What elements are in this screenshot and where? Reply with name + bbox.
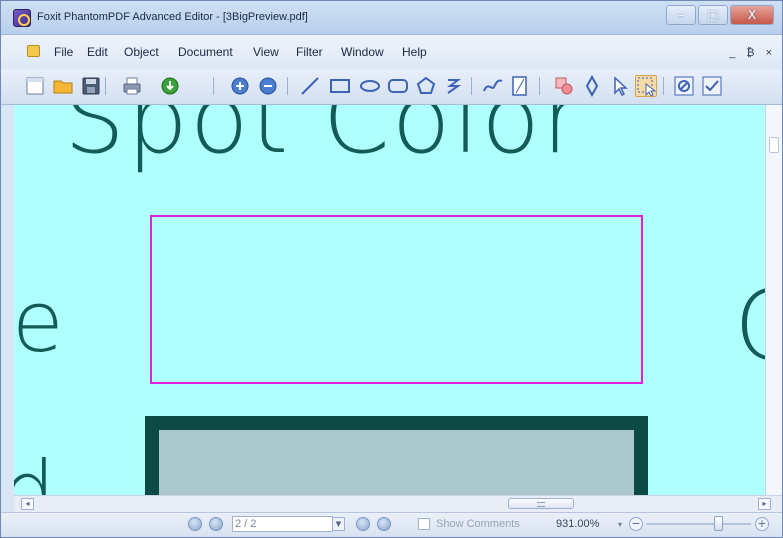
window-title: Foxit PhantomPDF Advanced Editor - [3Big…: [37, 11, 308, 23]
menu-document[interactable]: Document: [178, 45, 233, 59]
export-icon[interactable]: [159, 75, 181, 97]
maximize-button[interactable]: □: [698, 5, 728, 25]
application-window: Foxit PhantomPDF Advanced Editor - [3Big…: [0, 0, 783, 538]
document-icon[interactable]: [27, 45, 40, 57]
curve-tool-icon[interactable]: [482, 75, 504, 97]
page-text-fragment-e: e: [14, 273, 64, 371]
show-comments-label: Show Comments: [436, 518, 520, 530]
menu-object[interactable]: Object: [124, 45, 159, 59]
menu-file[interactable]: File: [54, 45, 73, 59]
menu-edit[interactable]: Edit: [87, 45, 108, 59]
status-bar: [1, 512, 782, 537]
menu-bar: [1, 35, 782, 69]
foxit-app-icon[interactable]: [13, 9, 31, 27]
select-pointer-icon[interactable]: [609, 75, 631, 97]
page-text-fragment-d: d: [14, 443, 55, 495]
page-tool-icon[interactable]: [508, 75, 530, 97]
zoom-in-icon[interactable]: [229, 75, 251, 97]
spot-color-heading: Spot Color: [64, 105, 584, 175]
close-button[interactable]: X: [730, 5, 774, 25]
zoom-level-value[interactable]: 931.00%: [556, 518, 599, 530]
vertical-scroll-thumb[interactable]: [769, 137, 779, 153]
menu-view[interactable]: View: [253, 45, 279, 59]
minimize-button[interactable]: –: [666, 5, 696, 25]
page-dropdown-icon[interactable]: ▼: [332, 517, 345, 531]
rectangle-tool-icon[interactable]: [329, 75, 351, 97]
magenta-outline-rectangle[interactable]: [150, 215, 643, 384]
zoom-out-icon[interactable]: [257, 75, 279, 97]
window-controls: – □ X: [666, 5, 774, 27]
menu-help[interactable]: Help: [402, 45, 427, 59]
next-page-icon[interactable]: [356, 517, 370, 531]
zoom-out-button[interactable]: −: [629, 517, 643, 531]
open-folder-icon[interactable]: [52, 75, 74, 97]
check-icon[interactable]: [701, 75, 723, 97]
show-comments-checkbox[interactable]: [418, 518, 430, 530]
dark-teal-filled-rectangle[interactable]: [145, 416, 648, 495]
last-page-icon[interactable]: [377, 517, 391, 531]
page-number-input[interactable]: 2 / 2: [232, 516, 333, 532]
menu-window[interactable]: Window: [341, 45, 384, 59]
move-tool-icon[interactable]: [581, 75, 603, 97]
scroll-left-arrow-icon[interactable]: ◂: [21, 498, 34, 510]
print-icon[interactable]: [121, 75, 143, 97]
zoom-dropdown-icon[interactable]: ▾: [618, 520, 622, 529]
save-icon[interactable]: [80, 75, 102, 97]
vertical-scrollbar[interactable]: [765, 105, 782, 495]
line-tool-icon[interactable]: [299, 75, 321, 97]
first-page-icon[interactable]: [188, 517, 202, 531]
hide-icon[interactable]: [673, 75, 695, 97]
zoom-slider-track[interactable]: [646, 523, 751, 525]
scroll-right-arrow-icon[interactable]: ▸: [758, 498, 771, 510]
menu-filter[interactable]: Filter: [296, 45, 323, 59]
rounded-rectangle-tool-icon[interactable]: [387, 75, 409, 97]
previous-page-icon[interactable]: [209, 517, 223, 531]
horizontal-scroll-thumb[interactable]: [508, 498, 574, 509]
document-window-controls[interactable]: _ ₿ ×: [729, 47, 776, 59]
text-path-icon[interactable]: [442, 75, 464, 97]
new-document-icon[interactable]: [24, 75, 46, 97]
polygon-tool-icon[interactable]: [415, 75, 437, 97]
ellipse-tool-icon[interactable]: [359, 75, 381, 97]
zoom-slider-thumb[interactable]: [714, 516, 723, 531]
zoom-in-button[interactable]: +: [755, 517, 769, 531]
object-tool-icon[interactable]: [553, 75, 575, 97]
document-canvas[interactable]: Spot Color e d C: [14, 105, 765, 495]
page-text-fragment-c: C: [734, 270, 765, 382]
select-objects-icon[interactable]: [635, 75, 657, 97]
horizontal-scrollbar[interactable]: [14, 495, 782, 512]
